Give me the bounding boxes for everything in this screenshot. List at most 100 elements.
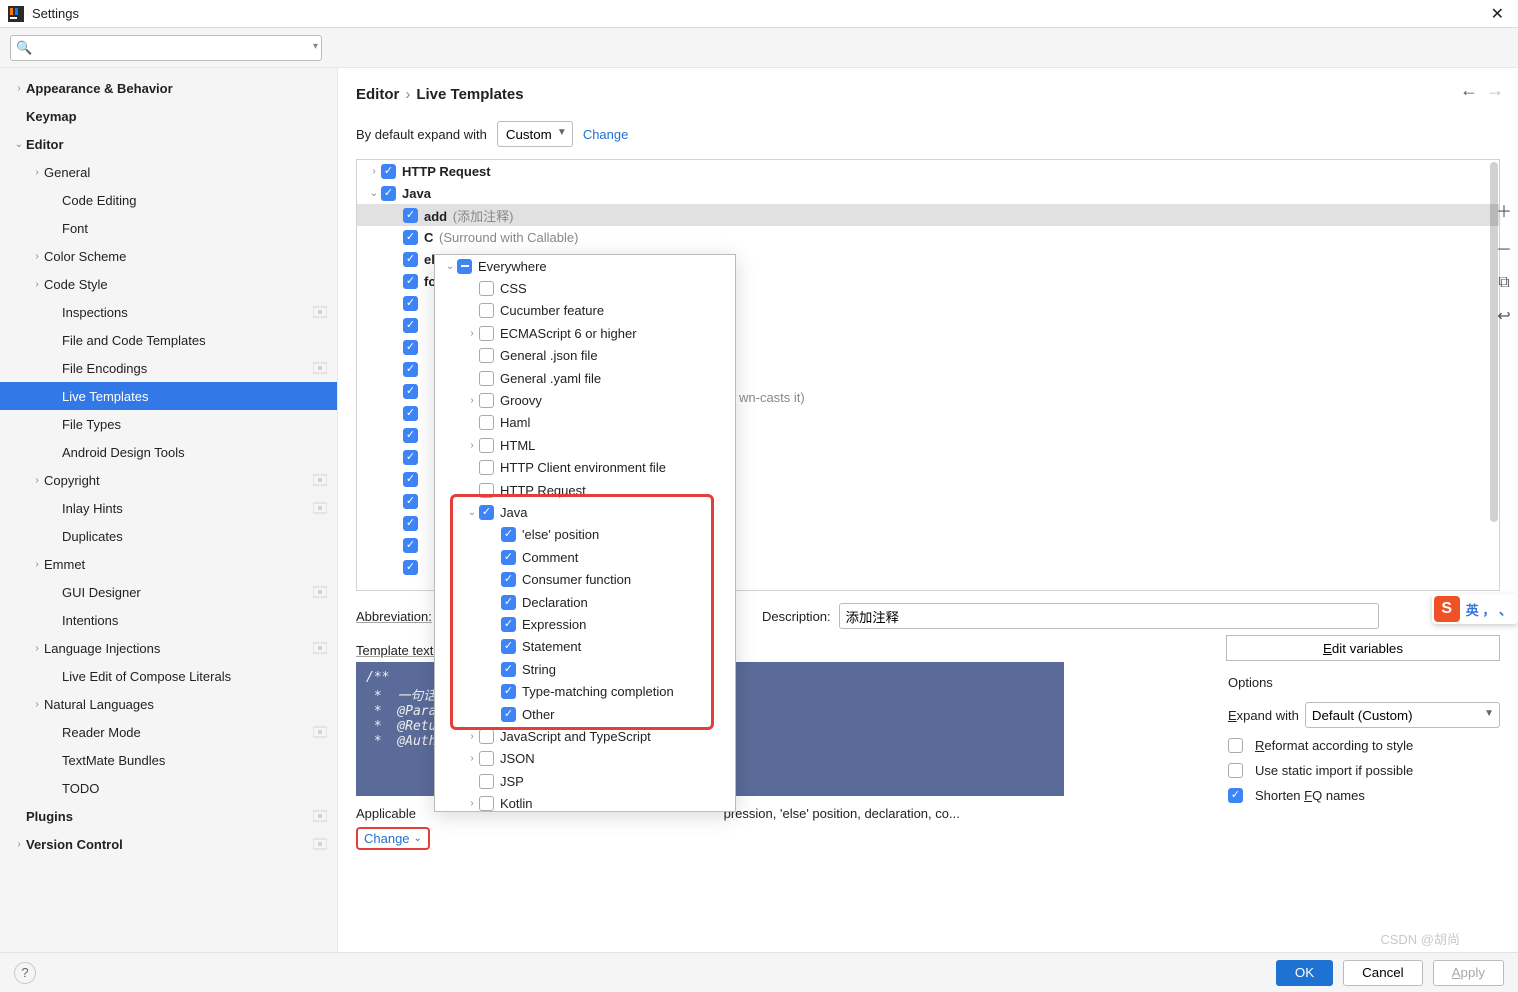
sidebar-item[interactable]: ›General [0,158,337,186]
shorten-fq-checkbox[interactable]: ✓ [1228,788,1243,803]
checkbox[interactable]: ✓ [501,684,516,699]
checkbox[interactable] [479,729,494,744]
sidebar-item[interactable]: Live Templates [0,382,337,410]
context-item[interactable]: HTTP Client environment file [435,457,735,479]
checkbox[interactable] [479,483,494,498]
checkbox[interactable] [479,393,494,408]
checkbox[interactable]: ✓ [403,252,418,267]
checkbox[interactable]: ✓ [403,560,418,575]
checkbox[interactable] [479,348,494,363]
sidebar-item[interactable]: Live Edit of Compose Literals [0,662,337,690]
close-icon[interactable]: ✕ [1485,4,1510,24]
context-item[interactable]: ⌄Everywhere [435,255,735,277]
remove-template-icon[interactable]: － [1496,236,1512,260]
change-contexts-button[interactable]: Change ⌄ [356,827,430,850]
sidebar-item[interactable]: ›Copyright [0,466,337,494]
sidebar-item[interactable]: File Types [0,410,337,438]
template-row[interactable]: ✓add (添加注释) [357,204,1499,226]
sidebar-item[interactable]: File and Code Templates [0,326,337,354]
help-icon[interactable]: ? [14,962,36,984]
template-row[interactable]: ✓C (Surround with Callable) [357,226,1499,248]
context-item[interactable]: ⌄✓Java [435,501,735,523]
static-import-checkbox[interactable] [1228,763,1243,778]
context-item[interactable]: ✓Type-matching completion [435,680,735,702]
context-item[interactable]: ✓Declaration [435,591,735,613]
context-item[interactable]: JSP [435,770,735,792]
sidebar-item[interactable]: ›Code Style [0,270,337,298]
expand-icon[interactable]: › [465,328,479,339]
context-item[interactable]: ✓Consumer function [435,568,735,590]
checkbox[interactable]: ✓ [403,538,418,553]
checkbox[interactable] [479,460,494,475]
context-item[interactable]: ✓'else' position [435,524,735,546]
ok-button[interactable]: OK [1276,960,1333,986]
checkbox[interactable] [479,371,494,386]
checkbox[interactable]: ✓ [403,340,418,355]
checkbox[interactable] [479,751,494,766]
context-item[interactable]: ›Kotlin [435,792,735,812]
checkbox[interactable]: ✓ [403,362,418,377]
search-input[interactable] [10,35,322,61]
sidebar-item[interactable]: ›Language Injections [0,634,337,662]
context-item[interactable]: ✓Statement [435,636,735,658]
context-item[interactable]: ✓Expression [435,613,735,635]
context-item[interactable]: ›JSON [435,748,735,770]
sidebar-item[interactable]: Code Editing [0,186,337,214]
context-item[interactable]: ✓Comment [435,546,735,568]
change-expand-link[interactable]: Change [583,127,629,142]
context-item[interactable]: Haml [435,412,735,434]
sidebar-item[interactable]: ›Appearance & Behavior [0,74,337,102]
expand-icon[interactable]: › [465,395,479,406]
sidebar-item[interactable]: Duplicates [0,522,337,550]
sidebar-item[interactable]: Keymap [0,102,337,130]
add-template-icon[interactable]: ＋ [1496,198,1512,222]
checkbox[interactable] [479,796,494,811]
checkbox[interactable] [457,259,472,274]
checkbox[interactable]: ✓ [403,472,418,487]
checkbox[interactable]: ✓ [501,550,516,565]
nav-back-icon[interactable]: ← [1460,80,1478,101]
context-item[interactable]: ›JavaScript and TypeScript [435,725,735,747]
checkbox[interactable] [479,774,494,789]
description-input[interactable] [839,603,1379,629]
checkbox[interactable]: ✓ [403,274,418,289]
checkbox[interactable]: ✓ [501,595,516,610]
expand-icon[interactable]: › [465,753,479,764]
checkbox[interactable]: ✓ [501,639,516,654]
checkbox[interactable] [479,415,494,430]
expand-with-option-select[interactable]: Default (Custom) [1305,702,1500,728]
copy-template-icon[interactable]: ⧉ [1498,274,1509,292]
expand-icon[interactable]: ⌄ [465,507,479,518]
sidebar-item[interactable]: ›Color Scheme [0,242,337,270]
sidebar-item[interactable]: ›Emmet [0,550,337,578]
expand-icon[interactable]: ⌄ [443,261,457,272]
context-item[interactable]: ✓String [435,658,735,680]
context-item[interactable]: Cucumber feature [435,300,735,322]
sidebar-item[interactable]: Inspections [0,298,337,326]
expand-icon[interactable]: › [465,798,479,809]
sidebar-item[interactable]: TextMate Bundles [0,746,337,774]
expand-with-select[interactable]: Custom [497,121,573,147]
revert-template-icon[interactable]: ↩ [1497,306,1510,326]
checkbox[interactable] [479,303,494,318]
expand-icon[interactable]: › [465,731,479,742]
checkbox[interactable]: ✓ [403,208,418,223]
nav-forward-icon[interactable]: → [1486,80,1504,101]
checkbox[interactable]: ✓ [381,186,396,201]
checkbox[interactable]: ✓ [403,384,418,399]
context-item[interactable]: General .yaml file [435,367,735,389]
checkbox[interactable]: ✓ [501,572,516,587]
sidebar-item[interactable]: ⌄Editor [0,130,337,158]
sidebar-item[interactable]: Inlay Hints [0,494,337,522]
checkbox[interactable]: ✓ [403,318,418,333]
checkbox[interactable]: ✓ [403,230,418,245]
sidebar-item[interactable]: File Encodings [0,354,337,382]
checkbox[interactable]: ✓ [403,494,418,509]
sidebar-item[interactable]: Android Design Tools [0,438,337,466]
edit-variables-button[interactable]: EEdit variablesdit variables [1226,635,1500,661]
context-item[interactable]: HTTP Request [435,479,735,501]
checkbox[interactable]: ✓ [501,617,516,632]
apply-button[interactable]: Apply [1433,960,1504,986]
cancel-button[interactable]: Cancel [1343,960,1423,986]
checkbox[interactable]: ✓ [403,296,418,311]
